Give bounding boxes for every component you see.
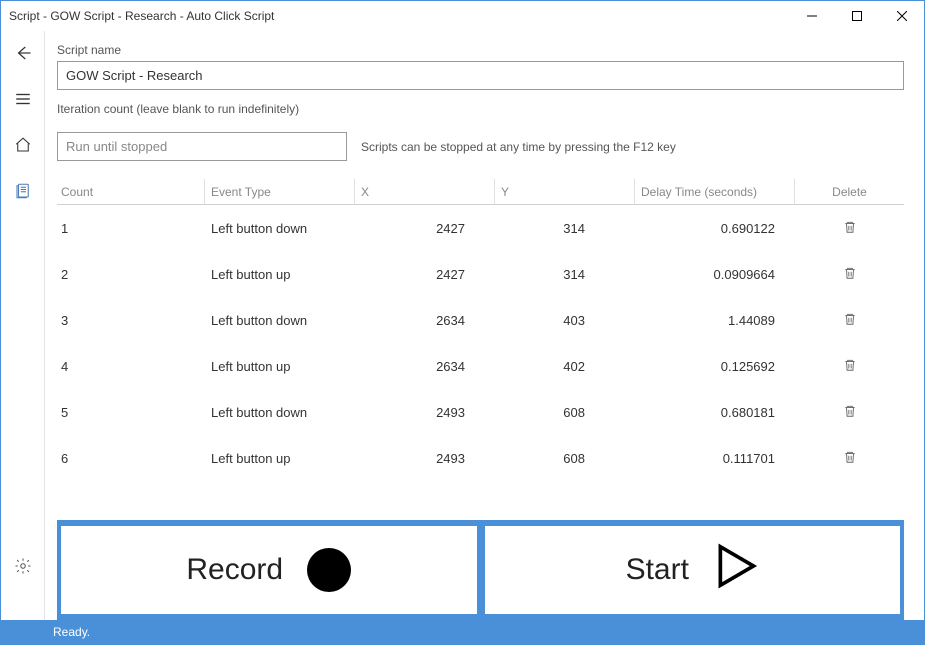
window-title: Script - GOW Script - Research - Auto Cl… <box>9 9 789 23</box>
cell-count: 6 <box>57 451 205 466</box>
table-row[interactable]: 3Left button down26344031.44089 <box>57 297 904 343</box>
script-name-input[interactable] <box>57 61 904 90</box>
table-row[interactable]: 2Left button up24273140.0909664 <box>57 251 904 297</box>
window-controls <box>789 1 924 31</box>
cell-x: 2427 <box>355 221 495 236</box>
cell-y: 314 <box>495 267 635 282</box>
play-icon <box>713 543 759 597</box>
cell-y: 608 <box>495 405 635 420</box>
cell-y: 608 <box>495 451 635 466</box>
delete-row-button[interactable] <box>843 266 857 280</box>
cell-count: 2 <box>57 267 205 282</box>
cell-count: 5 <box>57 405 205 420</box>
maximize-button[interactable] <box>834 1 879 31</box>
cell-delay: 0.0909664 <box>635 267 795 282</box>
header-x[interactable]: X <box>355 179 495 204</box>
cell-event-type: Left button up <box>205 359 355 374</box>
settings-button[interactable] <box>9 552 37 580</box>
cell-event-type: Left button down <box>205 405 355 420</box>
cell-x: 2427 <box>355 267 495 282</box>
table-header: Count Event Type X Y Delay Time (seconds… <box>57 179 904 205</box>
cell-x: 2634 <box>355 313 495 328</box>
delete-row-button[interactable] <box>843 220 857 234</box>
record-label: Record <box>186 553 283 587</box>
header-event-type[interactable]: Event Type <box>205 179 355 204</box>
iteration-count-input[interactable] <box>57 132 347 161</box>
close-button[interactable] <box>879 1 924 31</box>
header-count[interactable]: Count <box>57 179 205 204</box>
cell-event-type: Left button down <box>205 221 355 236</box>
delete-row-button[interactable] <box>843 312 857 326</box>
home-button[interactable] <box>9 131 37 159</box>
titlebar: Script - GOW Script - Research - Auto Cl… <box>1 1 924 31</box>
table-row[interactable]: 1Left button down24273140.690122 <box>57 205 904 251</box>
start-button[interactable]: Start <box>485 526 901 614</box>
back-button[interactable] <box>9 39 37 67</box>
delete-row-button[interactable] <box>843 450 857 464</box>
stop-hint: Scripts can be stopped at any time by pr… <box>361 140 676 154</box>
table-row[interactable]: 4Left button up26344020.125692 <box>57 343 904 389</box>
cell-event-type: Left button up <box>205 451 355 466</box>
table-row[interactable]: 5Left button down24936080.680181 <box>57 389 904 435</box>
minimize-button[interactable] <box>789 1 834 31</box>
header-delete: Delete <box>795 185 904 199</box>
cell-delay: 1.44089 <box>635 313 795 328</box>
scripts-button[interactable] <box>9 177 37 205</box>
table-row[interactable]: 6Left button up24936080.111701 <box>57 435 904 481</box>
start-label: Start <box>626 553 689 587</box>
cell-count: 3 <box>57 313 205 328</box>
record-button[interactable]: Record <box>61 526 477 614</box>
events-table: Count Event Type X Y Delay Time (seconds… <box>57 179 904 520</box>
header-delay[interactable]: Delay Time (seconds) <box>635 179 795 204</box>
header-y[interactable]: Y <box>495 179 635 204</box>
cell-delay: 0.680181 <box>635 405 795 420</box>
cell-x: 2493 <box>355 405 495 420</box>
iteration-count-label: Iteration count (leave blank to run inde… <box>57 102 904 116</box>
statusbar: Ready. <box>1 620 924 644</box>
cell-x: 2493 <box>355 451 495 466</box>
content-area: Script name Iteration count (leave blank… <box>45 31 924 620</box>
sidebar <box>1 31 45 620</box>
action-bar: Record Start <box>57 520 904 620</box>
delete-row-button[interactable] <box>843 358 857 372</box>
menu-button[interactable] <box>9 85 37 113</box>
cell-delay: 0.125692 <box>635 359 795 374</box>
cell-y: 314 <box>495 221 635 236</box>
delete-row-button[interactable] <box>843 404 857 418</box>
cell-event-type: Left button up <box>205 267 355 282</box>
cell-event-type: Left button down <box>205 313 355 328</box>
cell-y: 403 <box>495 313 635 328</box>
cell-delay: 0.111701 <box>635 451 795 466</box>
cell-count: 4 <box>57 359 205 374</box>
cell-delay: 0.690122 <box>635 221 795 236</box>
script-name-label: Script name <box>57 43 904 57</box>
record-icon <box>307 548 351 592</box>
cell-count: 1 <box>57 221 205 236</box>
cell-y: 402 <box>495 359 635 374</box>
cell-x: 2634 <box>355 359 495 374</box>
status-text: Ready. <box>53 625 90 639</box>
